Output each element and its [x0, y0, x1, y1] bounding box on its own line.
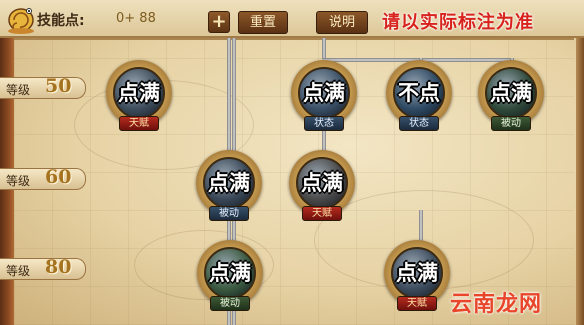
help-button[interactable]: 说明: [316, 11, 368, 34]
skill-node[interactable]: 点满 被动: [478, 60, 544, 131]
level-label-60: 等级 60: [0, 166, 86, 190]
skill-points-value: 0+ 88: [116, 11, 156, 26]
level-number: 80: [45, 256, 72, 278]
node-status: 点满: [209, 261, 251, 285]
node-status: 不点: [398, 81, 440, 105]
skill-node[interactable]: 不点 状态: [386, 60, 452, 131]
node-status: 点满: [303, 81, 345, 105]
add-skill-points-button[interactable]: +: [208, 11, 230, 33]
level-text: 等级: [6, 264, 31, 278]
skill-type-badge: 被动: [491, 116, 531, 131]
skill-node[interactable]: 点满 天赋: [384, 240, 450, 311]
skill-type-badge: 天赋: [397, 296, 437, 311]
skill-node[interactable]: 点满 天赋: [289, 150, 355, 221]
level-label-80: 等级 80: [0, 256, 86, 280]
skill-type-badge: 被动: [209, 206, 249, 221]
level-label-50: 等级 50: [0, 75, 86, 99]
node-status: 点满: [118, 81, 160, 105]
skill-type-badge: 状态: [304, 116, 344, 131]
skill-type-badge: 天赋: [119, 116, 159, 131]
skill-node[interactable]: 点满 天赋: [106, 60, 172, 131]
skill-node[interactable]: 点满 被动: [197, 240, 263, 311]
skill-tree-panel: 技能点: 0+ 88 + 重置 说明 请以实际标注为准 等级 50 等级 60 …: [0, 0, 584, 325]
skill-node[interactable]: 点满 状态: [291, 60, 357, 131]
node-status: 点满: [301, 171, 343, 195]
node-status: 点满: [490, 81, 532, 105]
skill-type-badge: 被动: [210, 296, 250, 311]
skill-type-badge: 天赋: [302, 206, 342, 221]
node-status: 点满: [208, 171, 250, 195]
disclaimer-note: 请以实际标注为准: [382, 12, 534, 33]
snail-mascot-icon: [8, 8, 34, 34]
level-text: 等级: [6, 83, 31, 97]
skill-points-label: 技能点:: [37, 13, 85, 29]
site-watermark: 云南龙网: [450, 292, 543, 317]
level-text: 等级: [6, 174, 31, 188]
node-status: 点满: [396, 261, 438, 285]
reset-button[interactable]: 重置: [238, 11, 288, 34]
skill-type-badge: 状态: [399, 116, 439, 131]
level-number: 60: [45, 166, 72, 188]
level-number: 50: [45, 75, 72, 97]
right-frame-edge: [576, 0, 584, 325]
skill-node[interactable]: 点满 被动: [196, 150, 262, 221]
top-bar: 技能点: 0+ 88 + 重置 说明 请以实际标注为准: [0, 0, 584, 38]
